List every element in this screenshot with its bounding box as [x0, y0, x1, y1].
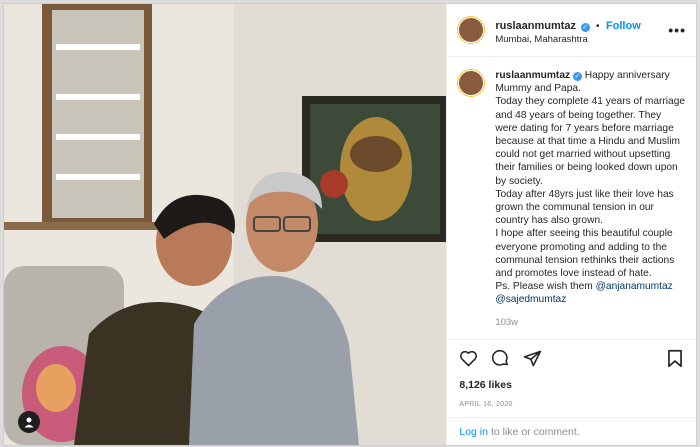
- verified-badge-icon: ✓: [580, 22, 590, 32]
- likes-count[interactable]: 8,126 likes: [447, 379, 696, 391]
- caption-paragraph: Today they complete 41 years of marriage…: [495, 96, 686, 187]
- couple-photo: [4, 4, 447, 445]
- mention-sajedmumtaz[interactable]: @sajedmumtaz: [495, 294, 566, 305]
- mention-anjanamumtaz[interactable]: @anjanamumtaz: [596, 281, 673, 292]
- login-link[interactable]: Log in: [459, 426, 488, 438]
- post-photo[interactable]: [4, 4, 447, 445]
- login-prompt: Log in to like or comment.: [447, 417, 696, 445]
- avatar[interactable]: [457, 16, 486, 44]
- caption-ps: Ps. Please wish them: [495, 281, 593, 293]
- caption-paragraph: Today after 48yrs just like their love h…: [495, 188, 674, 227]
- heart-icon[interactable]: [457, 347, 479, 369]
- instagram-post: ruslaanmumtaz ✓ • Follow Mumbai, Maharas…: [3, 3, 697, 446]
- comment-icon[interactable]: [489, 347, 511, 369]
- post-sidebar: ruslaanmumtaz ✓ • Follow Mumbai, Maharas…: [446, 4, 696, 445]
- username-link[interactable]: ruslaanmumtaz: [495, 20, 576, 32]
- post-header: ruslaanmumtaz ✓ • Follow Mumbai, Maharas…: [447, 4, 696, 57]
- login-prompt-text: to like or comment.: [490, 425, 580, 438]
- more-options-icon[interactable]: •••: [668, 22, 686, 38]
- post-date: APRIL 16, 2020: [459, 401, 513, 408]
- location-link[interactable]: Mumbai, Maharashtra: [495, 34, 668, 45]
- action-bar: [447, 340, 696, 376]
- bookmark-icon[interactable]: [664, 347, 686, 369]
- caption-text: ruslaanmumtaz ✓ Happy anniversary Mummy …: [495, 69, 686, 339]
- share-icon[interactable]: [521, 347, 543, 369]
- user-tag-icon[interactable]: [18, 411, 40, 433]
- verified-badge-icon: ✓: [572, 72, 582, 81]
- caption-avatar[interactable]: [457, 69, 486, 97]
- post-age[interactable]: 103w: [495, 316, 686, 329]
- follow-button[interactable]: Follow: [606, 20, 641, 32]
- caption-paragraph: I hope after seeing this beautiful coupl…: [495, 228, 675, 280]
- separator-dot: •: [595, 20, 600, 32]
- caption-section: ruslaanmumtaz ✓ Happy anniversary Mummy …: [447, 57, 696, 340]
- caption-username[interactable]: ruslaanmumtaz: [495, 70, 570, 81]
